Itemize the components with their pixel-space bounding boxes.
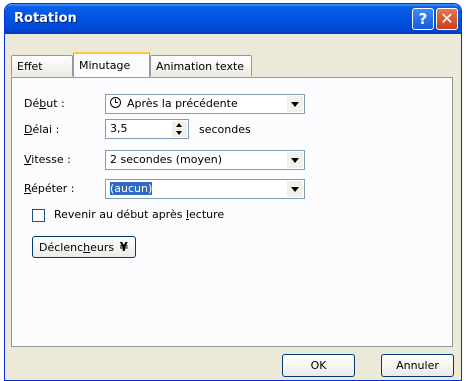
rewind-checkbox[interactable] [32,209,45,222]
tab-minutage[interactable]: Minutage [73,52,150,77]
cancel-button[interactable]: Annuler [381,354,454,377]
window-title: Rotation [14,11,77,26]
rotation-dialog: Rotation ? ✕ Effet Minutage Animation te… [4,3,462,381]
repeter-label: Répéter : [24,182,75,195]
triggers-button[interactable]: Déclencheurs ¥ [32,236,136,258]
help-button[interactable]: ? [412,8,434,30]
tab-effet[interactable]: Effet [11,55,73,76]
delai-units: secondes [199,123,251,136]
minutage-panel: Début : Après la précédente Délai : 3,5 … [11,77,453,347]
vitesse-value: 2 secondes (moyen) [110,153,222,166]
tab-animation-texte[interactable]: Animation texte [150,55,252,76]
debut-value: Après la précédente [127,97,238,110]
delai-label: Délai : [24,123,60,136]
ok-button[interactable]: OK [282,354,355,377]
delai-spinner[interactable]: 3,5 [105,119,189,139]
debut-dropdown-arrow-icon[interactable] [287,96,303,112]
triggers-label: Déclencheurs [39,241,115,254]
debut-select[interactable]: Après la précédente [105,94,305,114]
repeter-select[interactable]: (aucun) [105,179,305,199]
vitesse-label: Vitesse : [24,153,71,166]
close-button[interactable]: ✕ [436,8,458,30]
title-bar[interactable]: Rotation ? ✕ [5,4,461,34]
debut-label: Début : [24,97,65,110]
delai-value: 3,5 [110,122,128,135]
repeter-value: (aucun) [110,182,153,195]
double-chevron-down-icon: ¥ [119,240,128,254]
clock-icon [110,97,121,108]
spin-up-icon[interactable] [172,121,187,129]
spin-down-icon[interactable] [172,129,187,137]
vitesse-dropdown-arrow-icon[interactable] [287,152,303,168]
vitesse-select[interactable]: 2 secondes (moyen) [105,150,305,170]
repeter-dropdown-arrow-icon[interactable] [287,181,303,197]
rewind-label: Revenir au début après lecture [54,208,225,221]
spinner-buttons [172,121,187,137]
